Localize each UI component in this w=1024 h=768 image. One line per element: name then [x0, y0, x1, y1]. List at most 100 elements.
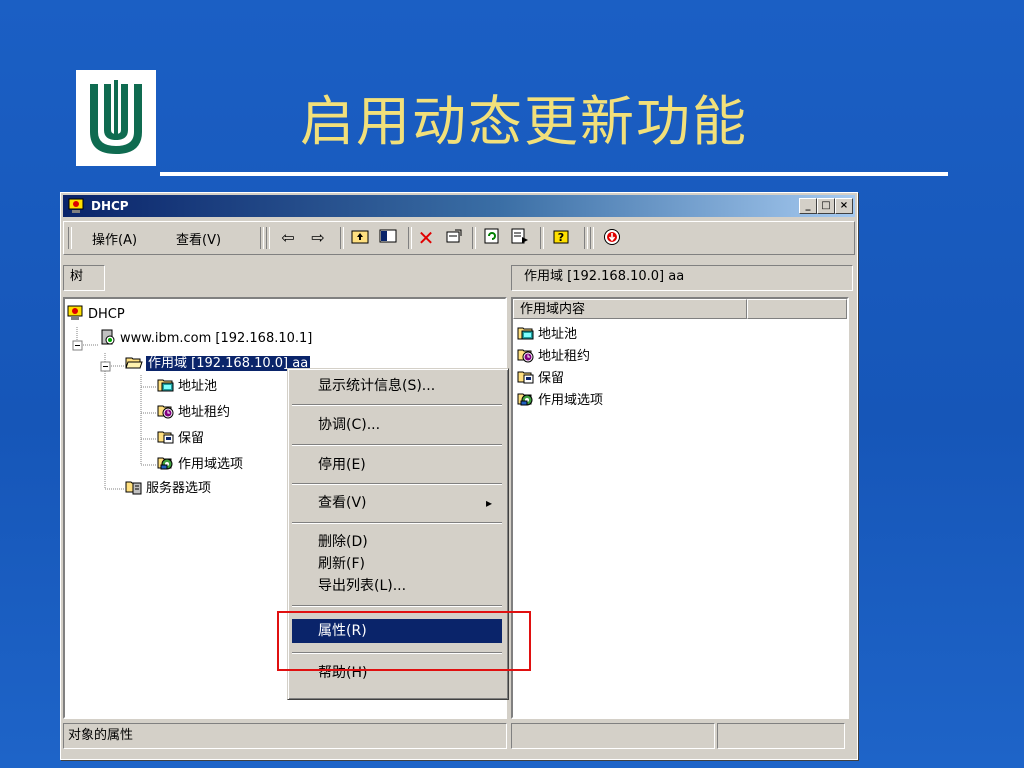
- tree-tab[interactable]: 树: [63, 265, 105, 291]
- menu-separator: [292, 522, 502, 524]
- menu-item-export-list[interactable]: 导出列表(L)...: [292, 575, 502, 597]
- toolbar-separator: [408, 227, 412, 249]
- status-bar-panel: [717, 723, 845, 749]
- dhcp-console-icon: [67, 198, 87, 214]
- refresh-icon[interactable]: [482, 228, 502, 248]
- tree-item-label: DHCP: [88, 307, 125, 322]
- company-logo: [76, 70, 156, 166]
- tree-item-label: 地址池: [178, 379, 218, 394]
- right-pane-header: 作用域 [192.168.10.0] aa: [511, 265, 853, 291]
- title-bar[interactable]: DHCP _ □ ×: [63, 195, 855, 217]
- show-hide-tree-icon[interactable]: [378, 228, 398, 248]
- window-title: DHCP: [91, 199, 129, 213]
- column-header-contents[interactable]: 作用域内容: [513, 299, 747, 319]
- tree-item-server[interactable]: www.ibm.com [192.168.10.1]: [99, 329, 312, 349]
- column-header-label: 作用域内容: [520, 302, 586, 317]
- content-pane[interactable]: 作用域内容 地址池 地址租约 保留 作用域选项: [511, 297, 849, 719]
- toolbar-separator: [472, 227, 476, 249]
- help-icon[interactable]: ?: [552, 228, 572, 248]
- forward-arrow-icon[interactable]: ⇨: [308, 228, 328, 248]
- address-pool-icon: [157, 377, 175, 393]
- collapse-toggle-icon: [72, 340, 83, 351]
- tree-tab-label: 树: [70, 269, 84, 284]
- properties-highlight-box: [277, 611, 531, 671]
- status-text: 对象的属性: [68, 728, 134, 743]
- list-item-label: 地址租约: [538, 349, 591, 364]
- list-item-scope-options[interactable]: 作用域选项: [517, 391, 603, 411]
- reservation-icon: [517, 369, 535, 385]
- svg-text:?: ?: [558, 231, 564, 244]
- address-pool-icon: [517, 325, 535, 341]
- list-item-address-lease[interactable]: 地址租约: [517, 347, 590, 367]
- back-arrow-icon[interactable]: ⇦: [278, 228, 298, 248]
- list-item-reservation[interactable]: 保留: [517, 369, 564, 389]
- toolbar-separator: [590, 227, 594, 249]
- collapse-toggle-icon: [100, 361, 111, 372]
- dhcp-console-icon: [67, 305, 85, 321]
- column-header-empty[interactable]: [747, 299, 847, 319]
- tree-item-label: 保留: [178, 431, 205, 446]
- up-folder-icon[interactable]: [350, 228, 370, 248]
- submenu-arrow-icon: ▸: [485, 496, 492, 510]
- toolbar-separator: [540, 227, 544, 249]
- menu-item-delete[interactable]: 删除(D): [292, 531, 502, 553]
- tree-item-dhcp[interactable]: DHCP: [67, 305, 125, 325]
- menu-separator: [292, 444, 502, 446]
- scope-options-icon: [517, 391, 535, 407]
- menu-item-show-statistics[interactable]: 显示统计信息(S)...: [292, 374, 502, 398]
- list-item-label: 作用域选项: [538, 393, 604, 408]
- stop-service-icon[interactable]: [602, 228, 622, 248]
- status-bar-panel: [511, 723, 715, 749]
- toolbar-separator: [340, 227, 344, 249]
- menu-view[interactable]: 查看(V): [176, 229, 221, 248]
- dhcp-window: DHCP _ □ × 操作(A) 查看(V) ⇦ ⇨ ✕ ? 树 作用域 [19…: [60, 192, 858, 760]
- toolbar: 操作(A) 查看(V) ⇦ ⇨ ✕ ?: [63, 221, 855, 255]
- scope-options-icon: [157, 455, 175, 471]
- lease-clock-icon: [157, 403, 175, 419]
- menu-item-refresh[interactable]: 刷新(F): [292, 553, 502, 575]
- left-header-spacer: [107, 265, 509, 291]
- slide-title: 启用动态更新功能: [300, 90, 748, 153]
- tree-item-label: 作用域 [192.168.10.0] aa: [146, 356, 311, 371]
- close-button[interactable]: ×: [835, 198, 853, 214]
- tree-item-reservation[interactable]: 保留: [157, 429, 204, 449]
- folder-open-icon: [125, 354, 143, 370]
- list-item-address-pool[interactable]: 地址池: [517, 325, 577, 345]
- toolbar-separator: [266, 227, 270, 249]
- tree-item-label: 地址租约: [178, 405, 231, 420]
- menu-action[interactable]: 操作(A): [92, 229, 137, 248]
- tree-item-server-options[interactable]: 服务器选项: [125, 479, 211, 499]
- tree-item-label: 服务器选项: [146, 481, 212, 496]
- toolbar-grip: [68, 227, 72, 249]
- toolbar-separator: [260, 227, 264, 249]
- logo-mark-icon: [90, 80, 142, 154]
- maximize-button[interactable]: □: [817, 198, 835, 214]
- delete-icon[interactable]: ✕: [416, 228, 436, 248]
- tree-item-label: www.ibm.com [192.168.10.1]: [120, 331, 313, 346]
- properties-icon[interactable]: [444, 228, 464, 248]
- lease-clock-icon: [517, 347, 535, 363]
- title-divider: [160, 172, 948, 176]
- reservation-icon: [157, 429, 175, 445]
- minimize-button[interactable]: _: [799, 198, 817, 214]
- menu-item-reconcile[interactable]: 协调(C)...: [292, 413, 502, 437]
- status-bar: 对象的属性: [63, 723, 507, 749]
- list-item-label: 地址池: [538, 327, 578, 342]
- export-list-icon[interactable]: [510, 228, 530, 248]
- list-item-label: 保留: [538, 371, 565, 386]
- toolbar-separator: [584, 227, 588, 249]
- right-pane-title: 作用域 [192.168.10.0] aa: [524, 269, 685, 284]
- server-options-icon: [125, 479, 143, 495]
- menu-separator: [292, 404, 502, 406]
- menu-separator: [292, 605, 502, 607]
- menu-separator: [292, 483, 502, 485]
- menu-item-view[interactable]: 查看(V) ▸: [292, 491, 502, 515]
- tree-item-scope[interactable]: 作用域 [192.168.10.0] aa: [125, 354, 311, 374]
- menu-item-label: 查看(V): [318, 495, 367, 511]
- tree-item-scope-options[interactable]: 作用域选项: [157, 455, 243, 475]
- tree-item-address-lease[interactable]: 地址租约: [157, 403, 230, 423]
- tree-item-label: 作用域选项: [178, 457, 244, 472]
- menu-item-deactivate[interactable]: 停用(E): [292, 453, 502, 477]
- tree-item-address-pool[interactable]: 地址池: [157, 377, 217, 397]
- server-icon: [99, 329, 117, 345]
